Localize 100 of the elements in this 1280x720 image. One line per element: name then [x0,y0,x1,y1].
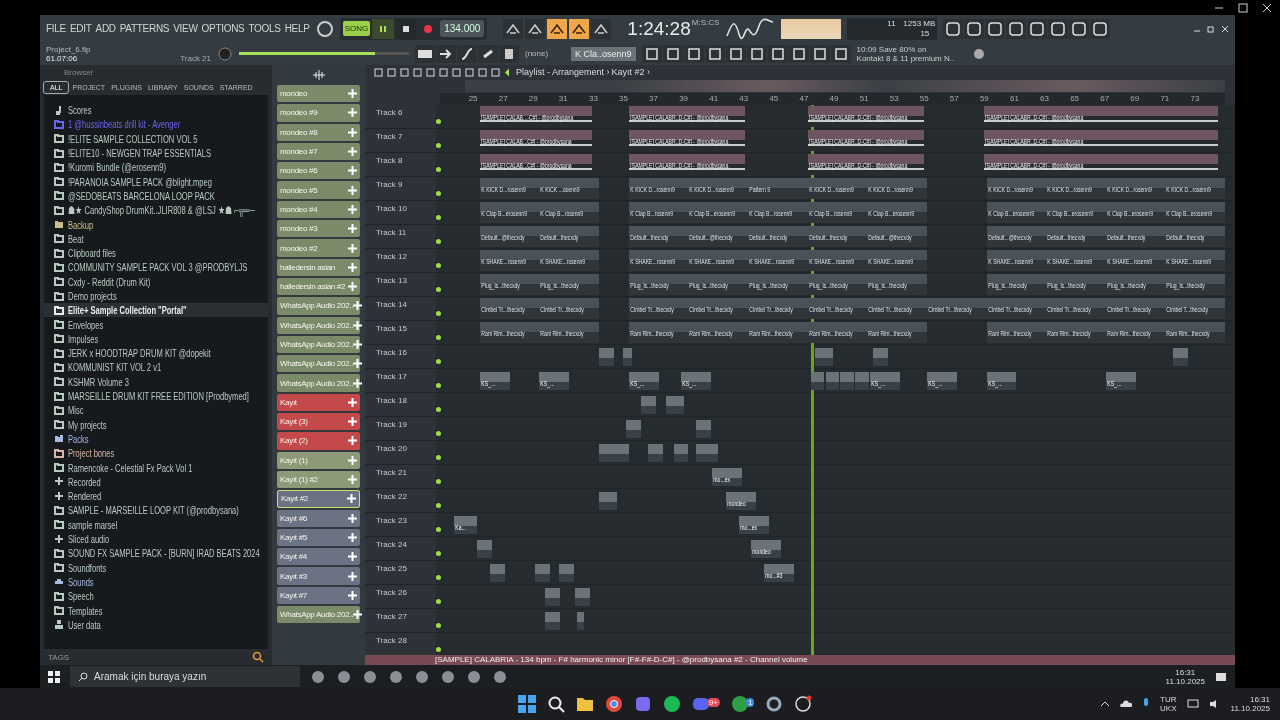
playlist-clip[interactable] [575,588,591,606]
track-header[interactable]: Track 10 [365,201,436,224]
playlist-clip[interactable] [695,444,719,462]
playlist-clip[interactable] [622,348,632,366]
news-line[interactable]: 10:09 Save 80% on [856,44,967,54]
track-header[interactable]: Track 14 [365,297,436,320]
search-icon[interactable] [546,695,565,713]
pattern-clip-item[interactable]: WhatsApp Audio 202.. [277,606,360,624]
playlist-clip[interactable] [534,564,550,582]
browser-item[interactable]: !PARANOIA SAMPLE PACK @blight.mpeg [68,175,212,188]
song-mode-toggle[interactable]: SONG [342,21,371,36]
playlist-clip[interactable] [666,396,684,414]
pattern-clip-item[interactable]: WhatsApp Audio 202.. [277,297,360,315]
track-header[interactable]: Track 6 [365,105,436,128]
browser-item[interactable]: Ramencoke - Celestial Fx Pack Vol 1 [68,461,193,474]
current-pattern[interactable]: Kayıt #2 › [611,67,651,77]
track-led-icon[interactable] [436,431,441,436]
browser-item[interactable]: Beat [68,232,84,245]
pattern-clip-item[interactable]: Kayıt #5 [277,528,360,547]
browser-item[interactable]: Backup [68,218,94,231]
track-header[interactable]: Track 20 [365,441,436,464]
playlist-clip[interactable] [558,564,574,582]
pattern-clip-item[interactable]: mondeo #6 [277,162,360,180]
browser-item[interactable]: ☗★ CandyShop DrumKit..JLIR808 & @LSJ ★☗ ⌐╦═─ [68,204,255,217]
plus-icon[interactable] [353,340,363,349]
playlist-clip[interactable] [640,396,656,414]
pause-icon[interactable] [372,18,395,39]
track-led-icon[interactable] [436,623,441,628]
plus-icon[interactable] [353,378,363,388]
browser-item[interactable]: sample marsel [68,518,118,531]
track-led-icon[interactable] [436,599,441,604]
pattern-clip-item[interactable]: Kayıt #7 [277,586,360,604]
playlist-clip[interactable] [490,564,506,582]
track-header[interactable]: Track 17 [365,369,436,392]
browser-item[interactable]: User data [68,618,101,631]
track-header[interactable]: Track 16 [365,345,436,368]
browser-item[interactable]: Templates [68,604,103,617]
tempo-display[interactable]: 134.000 [440,20,485,37]
browser-item[interactable]: KOMMUNIST KIT VOL 2 v1 [68,361,162,374]
browser-item[interactable]: KSHMR Volume 3 [68,375,129,388]
pattern-clip-item[interactable]: mondeo #7 [277,142,360,161]
track-led-icon[interactable] [436,287,441,292]
playlist-clip[interactable] [1172,348,1188,366]
track-led-icon[interactable] [436,263,441,268]
knob-icon[interactable] [217,45,233,62]
track-header[interactable]: Track 21 [365,465,436,488]
pattern-clip-item[interactable]: mondeo [277,85,360,103]
track-header[interactable]: Track 28 [365,633,436,655]
playlist-clip[interactable] [576,612,585,630]
pattern-clip-item[interactable]: mondeo #2 [277,239,360,257]
pattern-clip-item[interactable]: Kayıt #3 [277,567,360,585]
track-led-icon[interactable] [436,647,441,652]
playlist-clip[interactable] [599,348,614,366]
timeline-ruler[interactable]: 25 27 29 31 33 35 37 39 41 43 45 47 49 51 53 55 57 59 61 63 65 67 69 71 73 [440,93,1225,105]
track-header[interactable]: Track 19 [365,417,436,440]
master-volume-slider[interactable] [239,52,409,55]
playlist-clip[interactable] [545,588,561,606]
playlist-clip[interactable] [673,444,689,462]
pattern-clip-item[interactable]: mondeo #3 [277,220,360,238]
playlist-clip[interactable] [855,372,869,390]
news-line[interactable]: Kontakt 8 & 11 premium N.. [856,53,967,63]
language-indicator[interactable]: TUR [1160,695,1177,704]
track-led-icon[interactable] [436,143,441,148]
browser-item[interactable]: Sliced audio [68,533,110,546]
browser-item[interactable]: SOUND FX SAMPLE PACK - [BURN] IRAD BEATS 2024 [68,547,260,560]
keyboard-layout-indicator[interactable]: UKX [1160,704,1177,713]
knob-icon[interactable] [315,19,334,38]
chevron-icon[interactable] [1100,699,1111,709]
track-header[interactable]: Track 18 [365,393,436,416]
cloud-icon[interactable] [1120,699,1133,709]
menu-item[interactable]: EDIT [69,23,92,34]
track-header[interactable]: Track 13 [365,273,436,296]
close-icon[interactable] [1262,2,1272,13]
globe-icon[interactable] [972,47,985,60]
pattern-clip-item[interactable]: mondeo #8 [277,123,360,141]
menu-item[interactable]: HELP [284,23,310,34]
browser-item[interactable]: !ELITE SAMPLE COLLECTION VOL 5 [68,132,198,145]
browser-item[interactable]: JERK x HOODTRAP DRUM KIT @dopekit [68,347,211,360]
pattern-clip-item[interactable]: WhatsApp Audio 202.. [277,316,360,334]
browser-item[interactable]: 1 @hussinbeats drill kit - Avenger [68,118,181,131]
playlist-clip[interactable] [825,372,839,390]
browser-item[interactable]: SAMPLE - MARSEILLE LOOP KIT (@prodbysana) [68,504,239,517]
track-led-icon[interactable] [436,239,441,244]
pattern-clip-item[interactable]: mondeo #5 [277,181,360,199]
track-led-icon[interactable] [436,359,441,364]
browser-item[interactable]: !ELITE10 - NEWGEN TRAP ESSENTIALS [68,147,211,160]
toggle-icon[interactable] [591,18,612,39]
browser-item[interactable]: COMMUNITY SAMPLE PACK VOL 3 @PRODBYLJS [68,261,248,274]
pattern-clip-item[interactable]: mondeo #4 [277,200,360,219]
browser-item[interactable]: Misc [68,404,84,417]
toggle-icon[interactable] [547,18,568,39]
close-icon[interactable] [1221,24,1229,33]
track-led-icon[interactable] [436,527,441,532]
track-header[interactable]: Track 22 [365,489,436,512]
track-led-icon[interactable] [436,575,441,580]
pattern-clip-item[interactable]: Kayıt (2) [277,432,360,450]
browser-item[interactable]: Impulses [68,332,99,345]
plus-icon[interactable] [353,359,363,369]
playlist-clip[interactable] [625,420,641,438]
search-field[interactable]: Aramak için buraya yazın [70,666,300,687]
